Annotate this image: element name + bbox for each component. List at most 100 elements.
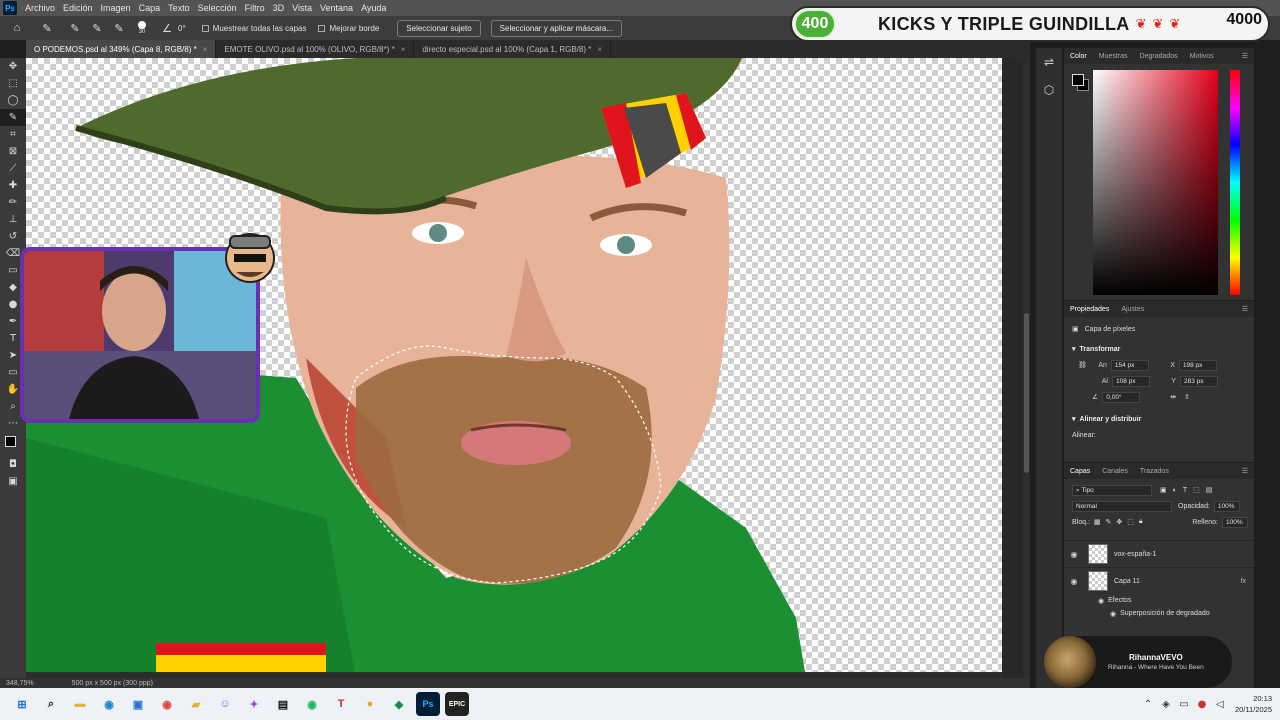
eye-icon[interactable]: ◉ <box>1098 597 1104 605</box>
layer-row[interactable]: ◉ vox-españa-1 <box>1064 540 1254 567</box>
close-icon[interactable]: × <box>203 45 208 54</box>
home-icon[interactable]: ⌂ <box>10 21 24 35</box>
pc-app-icon[interactable]: ▤ <box>271 692 295 716</box>
filter-pixel-icon[interactable]: ▣ <box>1160 486 1167 494</box>
menu-archivo[interactable]: Archivo <box>21 3 59 13</box>
filter-smart-icon[interactable]: ▤ <box>1206 486 1213 494</box>
layer-filter-select[interactable]: ⌕ Tipo <box>1072 484 1152 496</box>
store-icon[interactable]: ▣ <box>126 692 150 716</box>
spotify-icon[interactable]: ◉ <box>300 692 324 716</box>
panel-menu-icon[interactable]: ☰ <box>1236 305 1254 313</box>
now-playing-toast[interactable]: RihannaVEVO Rihanna - Where Have You Bee… <box>1044 636 1232 688</box>
hue-slider[interactable] <box>1230 70 1240 295</box>
brush-tool-icon[interactable]: ✏ <box>0 194 26 211</box>
panel-menu-icon[interactable]: ☰ <box>1236 467 1254 475</box>
tab-patterns[interactable]: Motivos <box>1184 53 1220 60</box>
fx-icon[interactable]: fx <box>1241 578 1246 585</box>
chrome-icon[interactable]: ◉ <box>155 692 179 716</box>
angle-field[interactable]: 0,00° <box>1102 391 1141 403</box>
fill-field[interactable]: 100% <box>1222 516 1248 528</box>
close-icon[interactable]: × <box>597 45 602 54</box>
eyedropper-tool-icon[interactable]: ⟋ <box>0 160 26 177</box>
lock-position-icon[interactable]: ✥ <box>1116 518 1122 526</box>
effect-item-row[interactable]: ◉ Superposición de degradado <box>1064 607 1254 620</box>
y-field[interactable]: 283 px <box>1180 375 1218 387</box>
foreground-color-swatch[interactable] <box>5 436 16 447</box>
blend-mode-select[interactable]: Normal <box>1072 500 1172 512</box>
screen-mode-icon[interactable]: ▣ <box>0 473 26 490</box>
tab-color[interactable]: Color <box>1064 53 1093 60</box>
marquee-tool-icon[interactable]: ⬚ <box>0 75 26 92</box>
clock[interactable]: 20:13 20/11/2025 <box>1235 693 1272 715</box>
scroll-thumb[interactable] <box>1024 313 1029 473</box>
quick-selection-preset-icon[interactable]: ✎ <box>40 21 54 35</box>
color-field[interactable] <box>1093 70 1218 295</box>
game-app-icon[interactable]: ◆ <box>387 692 411 716</box>
zoom-level[interactable]: 348,75% <box>6 680 34 687</box>
tab-emote-olivo[interactable]: EMOTE OLIVO.psd al 100% (OLIVO, RGB/8*) … <box>216 40 415 58</box>
width-field[interactable]: 154 px <box>1110 359 1149 371</box>
menu-3d[interactable]: 3D <box>269 3 289 13</box>
discord-icon[interactable]: ☺ <box>213 692 237 716</box>
history-brush-tool-icon[interactable]: ↺ <box>0 228 26 245</box>
network-icon[interactable]: ▭ <box>1175 699 1193 710</box>
brush-size-picker[interactable]: 30 <box>138 21 146 35</box>
tray-app-icon[interactable]: ◈ <box>1157 699 1175 710</box>
color-swatches[interactable] <box>0 432 26 456</box>
filter-type-icon[interactable]: T <box>1183 487 1187 494</box>
clone-stamp-tool-icon[interactable]: ⊥ <box>0 211 26 228</box>
menu-ventana[interactable]: Ventana <box>316 3 357 13</box>
menu-texto[interactable]: Texto <box>164 3 194 13</box>
text-app-icon[interactable]: T <box>329 692 353 716</box>
opacity-field[interactable]: 100% <box>1213 500 1240 512</box>
panel-menu-icon[interactable]: ☰ <box>1236 52 1254 60</box>
select-and-mask-button[interactable]: Seleccionar y aplicar máscara... <box>490 19 623 37</box>
menu-filtro[interactable]: Filtro <box>241 3 269 13</box>
menu-ayuda[interactable]: Ayuda <box>357 3 390 13</box>
tab-gradients[interactable]: Degradados <box>1134 53 1184 60</box>
search-icon[interactable]: ⌕ <box>39 692 63 716</box>
3d-panel-icon[interactable]: ⬡ <box>1036 76 1062 104</box>
tab-directo-especial[interactable]: directo especial.psd al 100% (Capa 1, RG… <box>414 40 612 58</box>
eye-icon[interactable]: ◉ <box>1110 610 1116 618</box>
layer-row[interactable]: ◉ Capa 11 fx <box>1064 567 1254 594</box>
tab-layers[interactable]: Capas <box>1064 468 1096 475</box>
menu-seleccion[interactable]: Selección <box>194 3 241 13</box>
healing-brush-tool-icon[interactable]: ✚ <box>0 177 26 194</box>
tab-paths[interactable]: Trazados <box>1134 468 1175 475</box>
epic-games-icon[interactable]: EPIC <box>445 692 469 716</box>
coin-app-icon[interactable]: ● <box>358 692 382 716</box>
menu-imagen[interactable]: Imagen <box>97 3 135 13</box>
sample-all-layers-checkbox[interactable]: Muestrear todas las capas <box>201 24 306 33</box>
file-explorer-icon[interactable]: ▬ <box>68 692 92 716</box>
lock-pixels-icon[interactable]: ✎ <box>1106 518 1112 526</box>
edge-icon[interactable]: ◉ <box>97 692 121 716</box>
subtract-selection-icon[interactable]: ✎ <box>112 21 126 35</box>
crop-tool-icon[interactable]: ⌗ <box>0 126 26 143</box>
chevron-up-icon[interactable]: ⌃ <box>1139 699 1157 710</box>
lasso-tool-icon[interactable]: ◯ <box>0 92 26 109</box>
select-subject-button[interactable]: Seleccionar sujeto <box>397 19 481 37</box>
align-section[interactable]: ▾ Alinear y distribuir <box>1064 411 1254 427</box>
tab-podemos[interactable]: O PODEMOS.psd al 349% (Capa 8, RGB/8) * … <box>26 40 217 58</box>
menu-capa[interactable]: Capa <box>135 3 165 13</box>
transform-section[interactable]: ▾ Transformar <box>1064 341 1254 357</box>
lock-transparent-icon[interactable]: ▦ <box>1094 518 1101 526</box>
angle-value[interactable]: 0° <box>178 24 186 33</box>
flip-horizontal-icon[interactable]: ⇹ <box>1170 393 1176 401</box>
add-selection-icon[interactable]: ✎ <box>90 21 104 35</box>
volume-icon[interactable]: ◁ <box>1211 699 1229 710</box>
foreground-color-swatch[interactable] <box>1072 74 1084 86</box>
microphone-icon[interactable]: ● <box>1193 699 1211 710</box>
photoshop-taskbar-icon[interactable]: Ps <box>416 692 440 716</box>
height-field[interactable]: 108 px <box>1112 375 1150 387</box>
flip-vertical-icon[interactable]: ⇳ <box>1184 393 1190 401</box>
close-icon[interactable]: × <box>401 45 406 54</box>
vertical-scrollbar[interactable] <box>1023 58 1030 678</box>
tab-adjustments[interactable]: Ajustes <box>1115 306 1150 313</box>
quick-mask-icon[interactable]: ◘ <box>0 456 26 473</box>
enhance-edge-checkbox[interactable]: Mejorar borde <box>318 24 379 33</box>
filter-adjustment-icon[interactable]: ◐ <box>1173 487 1177 494</box>
menu-edicion[interactable]: Edición <box>59 3 97 13</box>
folder-icon[interactable]: ▰ <box>184 692 208 716</box>
